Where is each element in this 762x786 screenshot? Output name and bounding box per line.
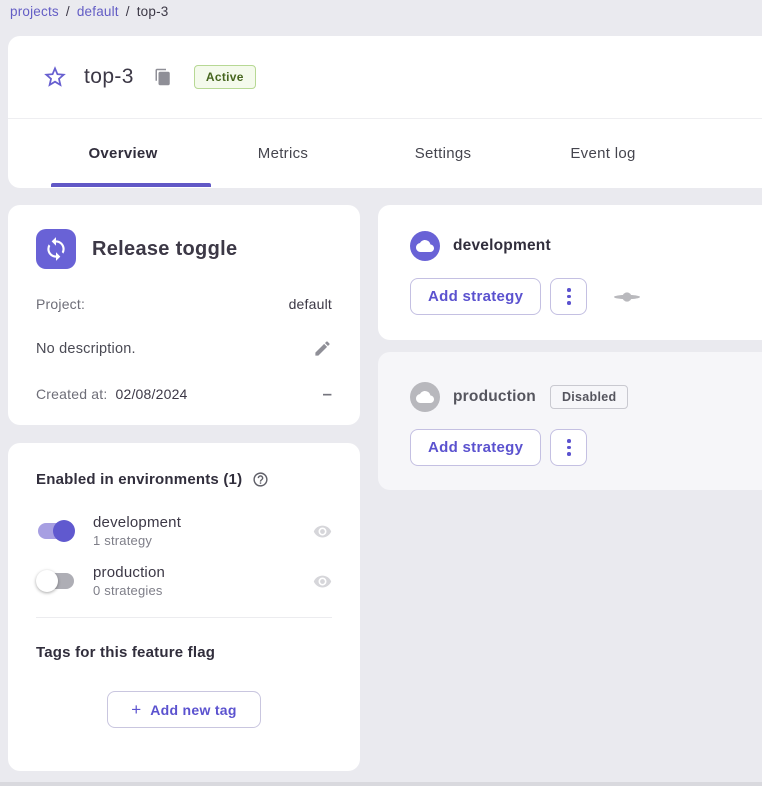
development-toggle[interactable] — [36, 519, 76, 543]
panel-actions: Add strategy — [410, 429, 742, 466]
bottom-divider-strip — [0, 782, 762, 786]
environment-panel-development: development Add strategy — [378, 205, 762, 340]
tab-event-log[interactable]: Event log — [523, 119, 683, 187]
environment-more-actions-button[interactable] — [550, 429, 587, 466]
flag-type-card: Release toggle Project: default No descr… — [8, 205, 360, 425]
environment-circle-badge — [410, 382, 440, 412]
environment-row-development: development 1 strategy — [36, 514, 332, 548]
view-environment-button[interactable] — [313, 522, 332, 541]
created-row: Created at: 02/08/2024 – — [36, 385, 332, 402]
copy-name-button[interactable] — [154, 68, 172, 86]
panel-header: production Disabled — [410, 382, 742, 412]
cloud-icon — [416, 388, 434, 406]
add-strategy-button[interactable]: Add strategy — [410, 278, 541, 315]
environment-row-production: production 0 strategies — [36, 564, 332, 598]
favorite-star-button[interactable] — [42, 64, 68, 90]
gray-node-icon — [613, 292, 641, 302]
question-circle-icon — [252, 471, 269, 488]
environment-panel-name: production — [453, 388, 536, 406]
kebab-menu-icon — [567, 439, 571, 443]
environment-circle-badge — [410, 231, 440, 261]
panel-header: development — [410, 231, 742, 261]
kebab-menu-icon — [567, 288, 571, 292]
breadcrumb-link-projects[interactable]: projects — [10, 4, 59, 19]
cloud-icon — [416, 237, 434, 255]
eye-icon — [313, 522, 332, 541]
tab-overview[interactable]: Overview — [43, 119, 203, 187]
environment-strategy-count: 0 strategies — [93, 583, 313, 598]
active-tab-indicator — [51, 183, 211, 187]
description-row: No description. — [36, 339, 332, 358]
flag-header-card: top-3 Active Overview Metrics Settings E… — [8, 36, 762, 188]
environment-name: development — [93, 514, 313, 531]
add-new-tag-button[interactable]: + Add new tag — [107, 691, 261, 728]
production-toggle[interactable] — [36, 569, 76, 593]
disabled-badge: Disabled — [550, 385, 629, 409]
enabled-environments-title: Enabled in environments (1) — [36, 471, 242, 488]
flag-type-header: Release toggle — [36, 229, 332, 269]
environment-more-actions-button[interactable] — [550, 278, 587, 315]
environment-panel-production: production Disabled Add strategy — [378, 352, 762, 490]
loop-arrows-icon — [43, 236, 69, 262]
project-row: Project: default — [36, 296, 332, 312]
breadcrumb: projects / default / top-3 — [10, 4, 169, 19]
view-environment-button[interactable] — [313, 572, 332, 591]
plus-icon: + — [131, 700, 141, 720]
created-label: Created at: — [36, 386, 107, 402]
page-title: top-3 — [84, 65, 134, 89]
environments-and-tags-card: Enabled in environments (1) development … — [8, 443, 360, 771]
enabled-environments-section: Enabled in environments (1) development … — [8, 443, 360, 618]
breadcrumb-separator: / — [126, 4, 130, 19]
tags-section: Tags for this feature flag + Add new tag — [8, 618, 360, 754]
eye-icon — [313, 572, 332, 591]
release-toggle-icon-badge — [36, 229, 76, 269]
edit-description-button[interactable] — [313, 339, 332, 358]
breadcrumb-current: top-3 — [137, 4, 169, 19]
tab-settings[interactable]: Settings — [363, 119, 523, 187]
help-button[interactable] — [252, 471, 269, 488]
breadcrumb-link-default[interactable]: default — [77, 4, 119, 19]
project-value: default — [289, 296, 332, 312]
environment-name: production — [93, 564, 313, 581]
tab-bar: Overview Metrics Settings Event log — [43, 119, 762, 187]
project-label: Project: — [36, 296, 85, 312]
flag-title-row: top-3 Active — [8, 36, 762, 119]
tab-metrics[interactable]: Metrics — [203, 119, 363, 187]
status-badge: Active — [194, 65, 256, 89]
breadcrumb-separator: / — [66, 4, 70, 19]
add-new-tag-label: Add new tag — [150, 702, 237, 718]
add-strategy-button[interactable]: Add strategy — [410, 429, 541, 466]
environment-strategy-count: 1 strategy — [93, 533, 313, 548]
panel-actions: Add strategy — [410, 278, 742, 315]
tags-title: Tags for this feature flag — [36, 644, 332, 661]
created-value: 02/08/2024 — [115, 386, 187, 402]
collapse-button[interactable]: – — [323, 385, 332, 402]
pencil-icon — [313, 339, 332, 358]
star-outline-icon — [42, 64, 68, 90]
description-text: No description. — [36, 341, 136, 357]
environment-panel-name: development — [453, 237, 551, 255]
copy-icon — [154, 68, 172, 86]
flag-type-title: Release toggle — [92, 238, 237, 261]
